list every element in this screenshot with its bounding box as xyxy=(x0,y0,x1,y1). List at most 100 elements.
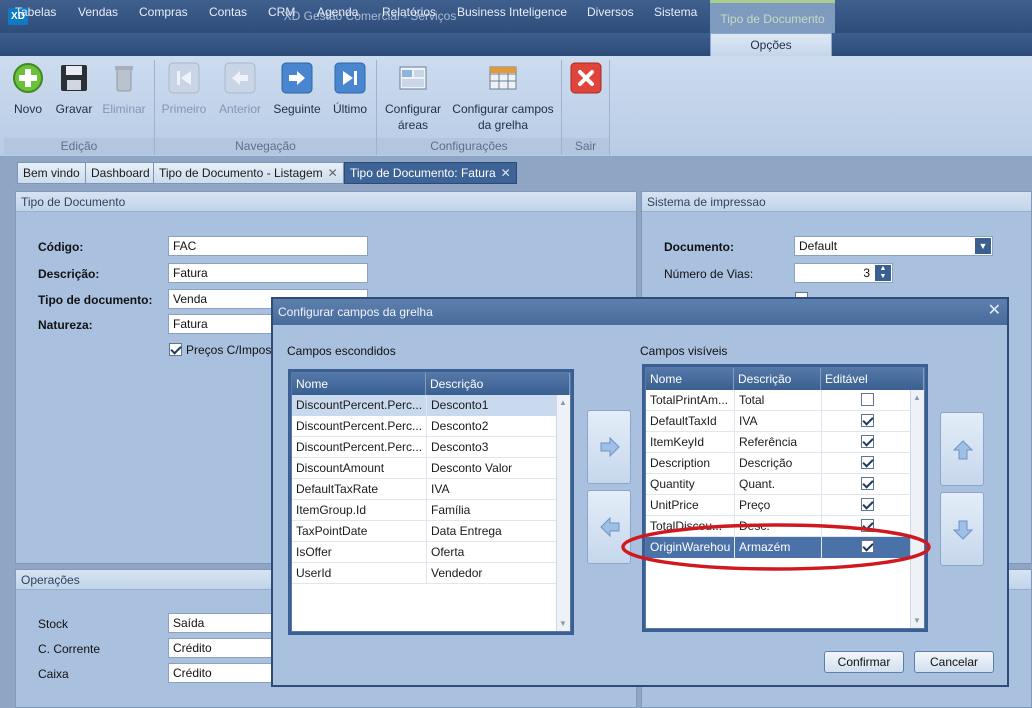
column-header-descricao[interactable]: Descrição xyxy=(426,373,570,395)
table-row[interactable]: IsOffer Oferta xyxy=(292,542,556,563)
cell-nome: ItemKeyId xyxy=(650,435,705,449)
editavel-checkbox[interactable] xyxy=(861,498,874,511)
tab-listagem[interactable]: Tipo de Documento - Listagem ✕ xyxy=(153,162,344,184)
sair-button[interactable] xyxy=(566,62,606,102)
seguinte-button[interactable]: Seguinte xyxy=(270,62,324,122)
scroll-down-icon[interactable]: ▼ xyxy=(559,619,567,628)
scrollbar[interactable]: ▲ ▼ xyxy=(556,395,570,631)
menu-diversos[interactable]: Diversos xyxy=(587,5,634,19)
table-row[interactable]: Description Descrição xyxy=(646,453,910,474)
editavel-checkbox[interactable] xyxy=(861,456,874,469)
dialog-close-icon[interactable]: ✕ xyxy=(988,302,1001,320)
hidden-fields-grid: Nome Descrição DiscountPercent.Perc... De… xyxy=(291,372,571,632)
scroll-up-icon[interactable]: ▲ xyxy=(913,393,921,402)
table-row[interactable]: DefaultTaxId IVA xyxy=(646,411,910,432)
previous-icon xyxy=(224,62,256,94)
table-row[interactable]: DiscountAmount Desconto Valor xyxy=(292,458,556,479)
documento-select[interactable]: Default ▼ xyxy=(794,236,993,256)
column-header-nome[interactable]: Nome xyxy=(292,373,426,395)
stepper-arrows-icon[interactable]: ▲ ▼ xyxy=(875,265,891,281)
group-edicao: Edição xyxy=(4,138,154,155)
column-header-descricao[interactable]: Descrição xyxy=(734,368,821,390)
cell-nome: TaxPointDate xyxy=(296,524,368,538)
cell-nome: DiscountAmount xyxy=(296,461,385,475)
table-row[interactable]: UnitPrice Preço xyxy=(646,495,910,516)
table-row[interactable]: DefaultTaxRate IVA xyxy=(292,479,556,500)
save-icon xyxy=(61,65,87,91)
novo-button[interactable]: Novo xyxy=(6,62,50,122)
table-row[interactable]: ItemKeyId Referência xyxy=(646,432,910,453)
confirmar-button[interactable]: Confirmar xyxy=(824,651,904,673)
ribbon-separator xyxy=(609,60,610,155)
codigo-field[interactable]: FAC xyxy=(168,236,368,256)
table-row[interactable]: TaxPointDate Data Entrega xyxy=(292,521,556,542)
close-tab-icon[interactable]: ✕ xyxy=(501,163,511,183)
column-header-editavel[interactable]: Editável xyxy=(821,368,924,390)
descricao-field[interactable]: Fatura xyxy=(168,263,368,283)
cancelar-button[interactable]: Cancelar xyxy=(914,651,994,673)
configurar-areas-button[interactable]: Configurar áreas xyxy=(380,62,446,136)
menu-vendas[interactable]: Vendas xyxy=(78,5,118,19)
table-row[interactable]: DiscountPercent.Perc... Desconto3 xyxy=(292,437,556,458)
table-row[interactable]: Quantity Quant. xyxy=(646,474,910,495)
menu-business-inteligence[interactable]: Business Inteligence xyxy=(457,5,567,19)
menu-crm[interactable]: CRM xyxy=(268,5,295,19)
table-row[interactable]: ItemGroup.Id Família xyxy=(292,500,556,521)
ultimo-button[interactable]: Último xyxy=(328,62,372,122)
primeiro-button[interactable]: Primeiro xyxy=(160,62,208,122)
cc-label: C. Corrente xyxy=(38,642,101,656)
tab-dashboard[interactable]: Dashboard xyxy=(85,162,156,184)
tab-fatura-label: Tipo de Documento: Fatura xyxy=(350,166,496,180)
stock-select[interactable]: Saída xyxy=(168,613,278,633)
menu-agenda[interactable]: Agenda xyxy=(317,5,358,19)
vias-stepper[interactable]: 3 ▲ ▼ xyxy=(794,263,893,283)
editavel-checkbox[interactable] xyxy=(861,435,874,448)
tab-bem-vindo[interactable]: Bem vindo xyxy=(17,162,86,184)
cell-descricao: Desconto Valor xyxy=(426,458,556,479)
configurar-campos-button[interactable]: Configurar campos da grelha xyxy=(450,62,556,136)
table-row[interactable]: DiscountPercent.Perc... Desconto1 xyxy=(292,395,556,416)
move-down-button[interactable] xyxy=(940,492,984,566)
table-row[interactable]: DiscountPercent.Perc... Desconto2 xyxy=(292,416,556,437)
eliminar-button[interactable]: Eliminar xyxy=(100,62,148,122)
menu-tabelas[interactable]: Tabelas xyxy=(15,5,56,19)
chevron-down-icon[interactable]: ▼ xyxy=(975,238,991,254)
menu-opcoes[interactable]: Opções xyxy=(710,33,832,56)
editavel-checkbox[interactable] xyxy=(861,393,874,406)
add-icon xyxy=(13,63,43,93)
cell-descricao: Quant. xyxy=(734,474,821,495)
primeiro-label: Primeiro xyxy=(161,102,207,116)
scroll-up-icon[interactable]: ▲ xyxy=(559,398,567,407)
grid-settings-icon xyxy=(489,66,517,90)
group-configuracoes: Configurações xyxy=(377,138,561,155)
table-row[interactable]: TotalPrintAm... Total xyxy=(646,390,910,411)
menu-compras[interactable]: Compras xyxy=(139,5,188,19)
gravar-button[interactable]: Gravar xyxy=(52,62,96,122)
menu-contas[interactable]: Contas xyxy=(209,5,247,19)
editavel-checkbox[interactable] xyxy=(861,477,874,490)
caixa-select[interactable]: Crédito xyxy=(168,663,278,683)
move-right-button[interactable] xyxy=(587,410,631,484)
table-row[interactable]: UserId Vendedor xyxy=(292,563,556,584)
cell-descricao: IVA xyxy=(734,411,821,432)
cell-nome: Description xyxy=(650,456,711,470)
close-tab-icon[interactable]: ✕ xyxy=(328,163,338,183)
menu-sistema[interactable]: Sistema xyxy=(654,5,697,19)
scroll-down-icon[interactable]: ▼ xyxy=(913,616,921,625)
configurar-campos-label-2: da grelha xyxy=(477,118,529,132)
column-header-nome[interactable]: Nome xyxy=(646,368,734,390)
move-up-button[interactable] xyxy=(940,412,984,486)
gravar-label: Gravar xyxy=(55,102,93,116)
annotation-ellipse xyxy=(621,523,931,571)
editavel-checkbox[interactable] xyxy=(861,414,874,427)
vias-value: 3 xyxy=(863,266,870,280)
scrollbar[interactable]: ▲ ▼ xyxy=(910,390,924,628)
tab-fatura[interactable]: Tipo de Documento: Fatura ✕ xyxy=(344,162,517,184)
menu-relatorios[interactable]: Relatórios xyxy=(382,5,436,19)
cell-descricao: IVA xyxy=(426,479,556,500)
anterior-button[interactable]: Anterior xyxy=(214,62,266,122)
menu-bar xyxy=(0,33,1032,56)
precos-checkbox[interactable] xyxy=(169,343,182,356)
arrow-up-icon xyxy=(953,440,973,460)
cc-select[interactable]: Crédito xyxy=(168,638,278,658)
